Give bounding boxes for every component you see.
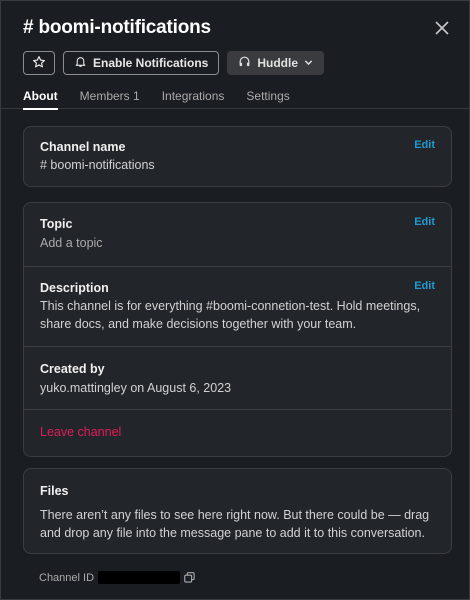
topic-label: Topic [40, 217, 73, 231]
topic-section[interactable]: Topic Add a topic Edit [24, 203, 451, 266]
dialog-header: # boomi-notifications Enable Notificatio… [1, 1, 469, 110]
about-card: Topic Add a topic Edit Description This … [23, 202, 452, 457]
files-empty-message: There aren’t any files to see here right… [40, 508, 430, 540]
enable-notifications-label: Enable Notifications [93, 56, 209, 70]
channel-name-label: Channel name [40, 140, 126, 154]
description-label: Description [40, 281, 109, 295]
tab-settings[interactable]: Settings [246, 89, 289, 110]
star-icon [32, 55, 46, 72]
close-button[interactable] [431, 19, 453, 41]
channel-name-edit-link[interactable]: Edit [414, 139, 435, 151]
created-section: Created by yuko.mattingley on August 6, … [24, 346, 451, 409]
tab-integrations[interactable]: Integrations [162, 89, 225, 110]
files-section: Files There aren’t any files to see here… [24, 469, 451, 553]
topic-edit-link[interactable]: Edit [414, 216, 435, 228]
channel-name-card[interactable]: Channel name # boomi-notifications Edit [23, 126, 452, 187]
description-edit-link[interactable]: Edit [414, 280, 435, 292]
action-buttons: Enable Notifications Huddle [23, 51, 325, 75]
topic-placeholder: Add a topic [40, 236, 103, 250]
channel-name-section: Channel name # boomi-notifications Edit [24, 127, 451, 186]
channel-id-footer: Channel ID [39, 571, 195, 584]
huddle-label: Huddle [257, 56, 299, 70]
chevron-down-icon [304, 56, 313, 70]
channel-title: # boomi-notifications [23, 17, 211, 38]
leave-section: Leave channel [24, 409, 451, 455]
bell-icon [74, 55, 87, 71]
tab-bar: About Members 1 Integrations Settings [23, 89, 290, 110]
channel-details-dialog: # boomi-notifications Enable Notificatio… [0, 0, 470, 600]
channel-name-value: # boomi-notifications [40, 158, 155, 172]
star-button[interactable] [23, 51, 55, 75]
enable-notifications-button[interactable]: Enable Notifications [63, 51, 220, 75]
channel-id-label: Channel ID [39, 571, 95, 584]
headphones-icon [238, 55, 251, 71]
tab-about[interactable]: About [23, 89, 58, 110]
leave-channel-link[interactable]: Leave channel [40, 425, 121, 439]
redacted-channel-id [98, 571, 181, 584]
created-label: Created by [40, 362, 105, 376]
tab-members[interactable]: Members 1 [80, 89, 140, 110]
close-icon [435, 20, 449, 40]
created-value: yuko.mattingley on August 6, 2023 [40, 381, 232, 395]
description-section[interactable]: Description This channel is for everythi… [24, 266, 451, 346]
copy-icon[interactable] [184, 572, 195, 583]
huddle-button[interactable]: Huddle [227, 51, 325, 75]
files-label: Files [40, 484, 69, 498]
description-value: This channel is for everything #boomi-co… [40, 299, 421, 331]
files-card: Files There aren’t any files to see here… [23, 468, 452, 554]
